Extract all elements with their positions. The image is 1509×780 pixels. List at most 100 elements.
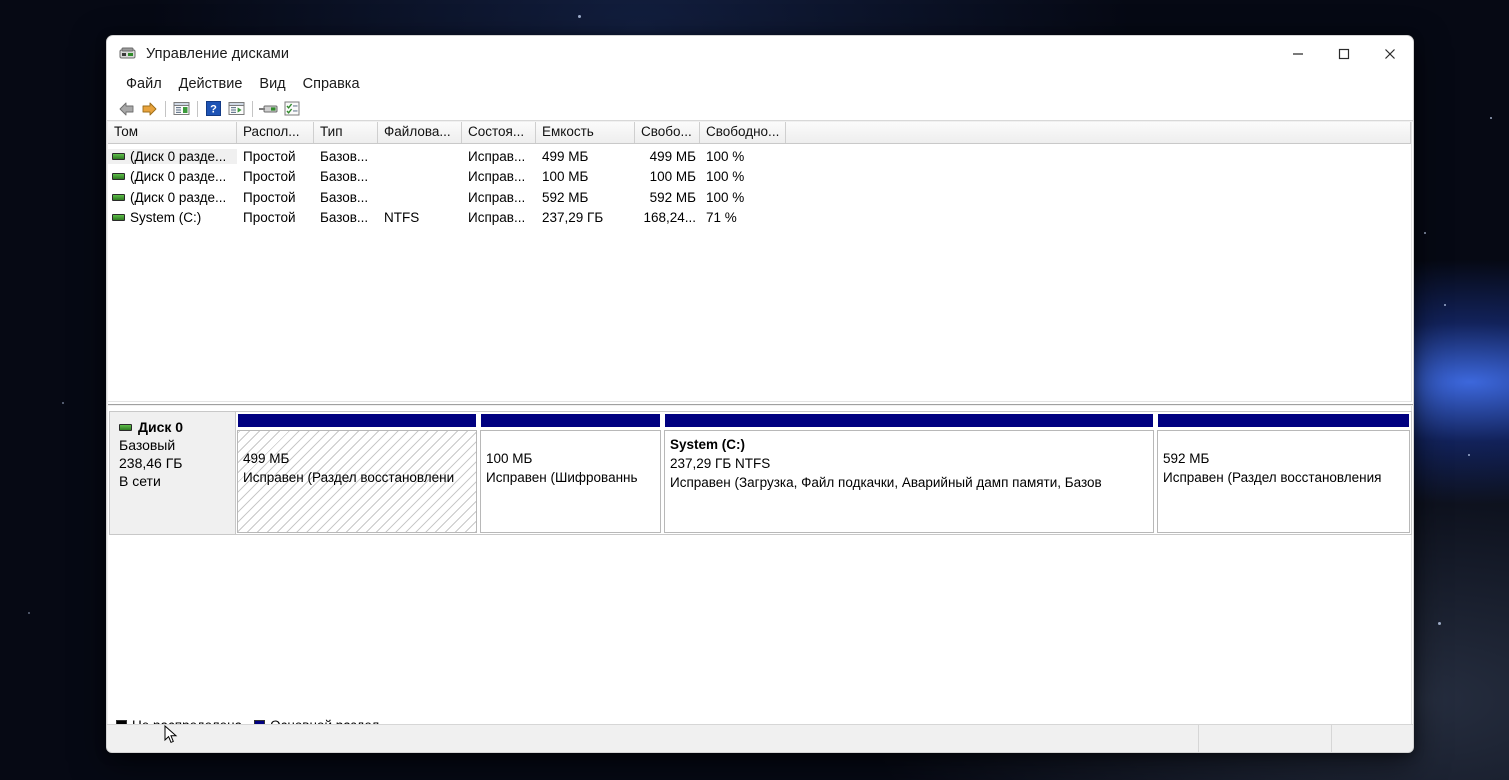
column-header-free[interactable]: Свобо... — [635, 122, 700, 143]
disk-title: Диск 0 — [119, 419, 235, 435]
toolbar: ? — [107, 97, 1413, 121]
disk-management-window: Управление дисками Файл Действие Вид Спр… — [106, 35, 1414, 753]
cell-free: 592 МБ — [649, 189, 696, 205]
partition-system-c[interactable]: System (C:) 237,29 ГБ NTFS Исправен (Заг… — [664, 413, 1154, 533]
desktop-background: Управление дисками Файл Действие Вид Спр… — [0, 0, 1509, 780]
column-header-layout[interactable]: Распол... — [237, 122, 314, 143]
disk-row-0: Диск 0 Базовый 238,46 ГБ В сети 499 МБ И… — [109, 411, 1412, 535]
status-pane-2 — [1199, 725, 1332, 752]
cell-layout: Простой — [243, 148, 296, 164]
cell-free-percent: 100 % — [706, 189, 745, 205]
disk-size: 238,46 ГБ — [119, 455, 183, 471]
back-arrow-icon[interactable] — [115, 98, 138, 120]
cell-type: Базов... — [320, 169, 369, 185]
disk-management-icon — [119, 46, 137, 62]
show-hide-action-pane-icon[interactable] — [225, 98, 248, 120]
forward-arrow-icon[interactable] — [138, 98, 161, 120]
volume-icon — [112, 214, 125, 222]
disk-info-panel[interactable]: Диск 0 Базовый 238,46 ГБ В сети — [109, 411, 235, 535]
properties-icon[interactable] — [280, 98, 303, 120]
cell-free-percent: 100 % — [706, 148, 745, 164]
graphical-view-pane: Диск 0 Базовый 238,46 ГБ В сети 499 МБ И… — [108, 406, 1413, 740]
disk-icon — [119, 423, 132, 431]
partition-status: Исправен (Раздел восстановления — [1163, 470, 1382, 485]
table-row[interactable]: (Диск 0 разде... Простой Базов... Исправ… — [108, 187, 1411, 208]
partition-size: 592 МБ — [1163, 451, 1210, 466]
cell-volume: (Диск 0 разде... — [108, 169, 237, 184]
window-title: Управление дисками — [146, 45, 290, 62]
partition-title: System (C:) — [670, 437, 746, 452]
cell-capacity: 100 МБ — [542, 169, 589, 185]
volume-table-header: Том Распол... Тип Файлова... Состоя... Е… — [108, 122, 1411, 144]
help-icon[interactable]: ? — [202, 98, 225, 120]
cell-volume: (Диск 0 разде... — [108, 190, 237, 205]
cell-status: Исправ... — [468, 148, 526, 164]
toolbar-separator — [252, 100, 253, 117]
cell-capacity: 499 МБ — [542, 148, 589, 164]
title-bar[interactable]: Управление дисками — [107, 36, 1413, 71]
menu-view[interactable]: Вид — [251, 74, 293, 95]
toolbar-separator — [197, 100, 198, 117]
menu-file[interactable]: Файл — [118, 74, 170, 95]
partition-color-bar — [237, 413, 477, 428]
status-bar — [107, 724, 1413, 752]
cell-layout: Простой — [243, 169, 296, 185]
partition-recovery-592mb[interactable]: 592 МБ Исправен (Раздел восстановления — [1157, 413, 1410, 533]
svg-text:?: ? — [210, 104, 217, 116]
table-row[interactable]: System (C:) Простой Базов... NTFS Исправ… — [108, 208, 1411, 229]
column-header-filesystem[interactable]: Файлова... — [378, 122, 462, 143]
volume-icon — [112, 193, 125, 201]
table-row[interactable]: (Диск 0 разде... Простой Базов... Исправ… — [108, 146, 1411, 167]
status-pane-3 — [1332, 725, 1413, 752]
column-header-type[interactable]: Тип — [314, 122, 378, 143]
cell-status: Исправ... — [468, 169, 526, 185]
partition-status: Исправен (Раздел восстановлени — [243, 470, 455, 485]
partition-strip: 499 МБ Исправен (Раздел восстановлени 10… — [235, 411, 1412, 535]
volume-icon — [112, 152, 125, 160]
volume-icon — [112, 173, 125, 181]
cell-capacity: 237,29 ГБ — [542, 210, 604, 226]
rescan-disks-icon[interactable] — [257, 98, 280, 120]
cell-volume: System (C:) — [108, 210, 237, 225]
cell-type: Базов... — [320, 148, 369, 164]
partition-efi-100mb[interactable]: 100 МБ Исправен (Шифрованнь — [480, 413, 661, 533]
partition-size: 499 МБ — [243, 451, 290, 466]
disk-type: Базовый — [119, 437, 176, 453]
partition-size: 100 МБ — [486, 451, 533, 466]
window-controls — [1275, 36, 1413, 71]
cell-type: Базов... — [320, 210, 369, 226]
partition-recovery-499mb[interactable]: 499 МБ Исправен (Раздел восстановлени — [237, 413, 477, 533]
toolbar-separator — [165, 100, 166, 117]
cell-free: 168,24... — [643, 210, 696, 226]
show-hide-console-tree-icon[interactable] — [170, 98, 193, 120]
partition-body: 100 МБ Исправен (Шифрованнь — [480, 430, 661, 533]
column-header-status[interactable]: Состоя... — [462, 122, 536, 143]
partition-size: 237,29 ГБ NTFS — [670, 456, 771, 471]
minimize-button[interactable] — [1275, 36, 1321, 71]
cell-free: 499 МБ — [649, 148, 696, 164]
menu-help[interactable]: Справка — [295, 74, 368, 95]
cell-filesystem: NTFS — [384, 210, 420, 226]
partition-body: 499 МБ Исправен (Раздел восстановлени — [237, 430, 477, 533]
column-header-volume[interactable]: Том — [108, 122, 237, 143]
volume-list-pane: Том Распол... Тип Файлова... Состоя... Е… — [108, 122, 1413, 405]
partition-color-bar — [480, 413, 661, 428]
status-pane-1 — [107, 725, 1199, 752]
cell-free-percent: 71 % — [706, 210, 737, 226]
column-header-filler — [786, 122, 1411, 143]
cell-free-percent: 100 % — [706, 169, 745, 185]
menu-bar: Файл Действие Вид Справка — [107, 71, 1413, 97]
mouse-cursor — [164, 725, 178, 744]
column-header-capacity[interactable]: Емкость — [536, 122, 635, 143]
cell-free: 100 МБ — [649, 169, 696, 185]
partition-color-bar — [1157, 413, 1410, 428]
disk-status: В сети — [119, 473, 161, 489]
close-button[interactable] — [1367, 36, 1413, 71]
cell-layout: Простой — [243, 189, 296, 205]
partition-body: System (C:) 237,29 ГБ NTFS Исправен (Заг… — [664, 430, 1154, 533]
cell-layout: Простой — [243, 210, 296, 226]
menu-action[interactable]: Действие — [171, 74, 251, 95]
table-row[interactable]: (Диск 0 разде... Простой Базов... Исправ… — [108, 167, 1411, 188]
column-header-free-percent[interactable]: Свободно... — [700, 122, 786, 143]
maximize-button[interactable] — [1321, 36, 1367, 71]
